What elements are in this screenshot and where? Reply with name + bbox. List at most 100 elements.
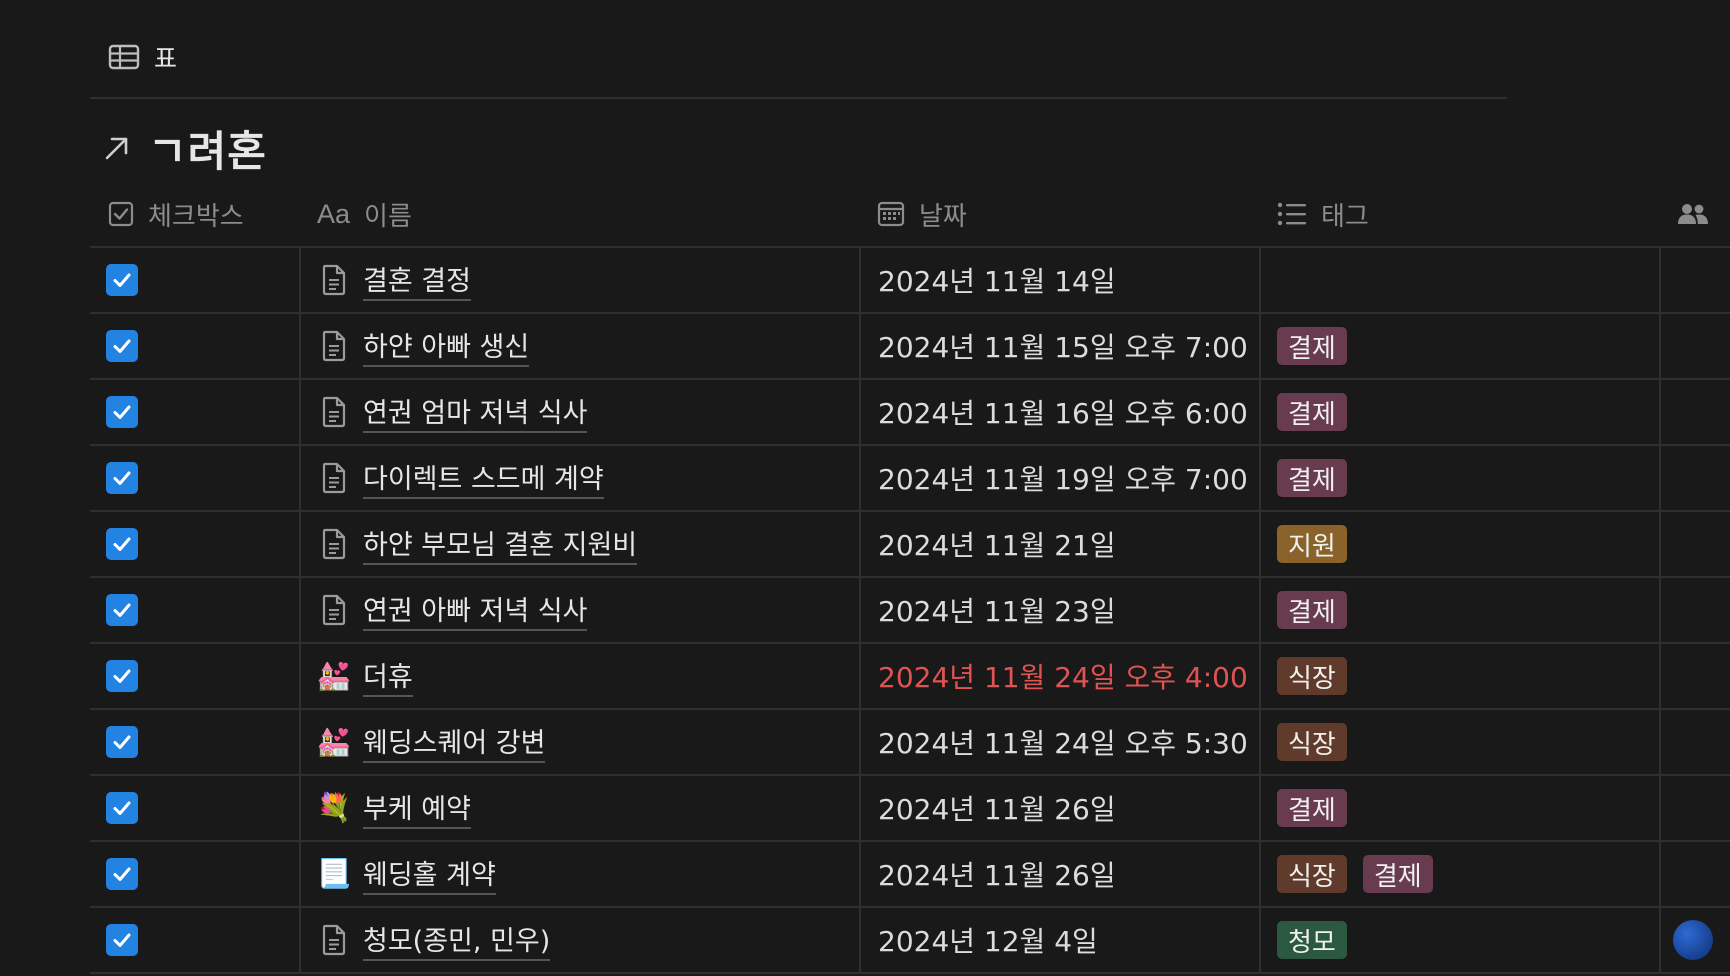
date-cell[interactable]: 2024년 11월 15일 오후 7:00 (859, 314, 1259, 378)
name-cell: 💐 부케 예약 (299, 776, 859, 840)
row-checkbox[interactable] (106, 924, 138, 956)
page-icon (317, 459, 351, 497)
table-row[interactable]: 연권 아빠 저녁 식사 2024년 11월 23일 결제 (90, 578, 1730, 644)
row-title-link[interactable]: 더휴 (363, 655, 413, 697)
table-row[interactable]: 청모(종민, 민우) 2024년 12월 4일 청모 (90, 908, 1730, 974)
date-cell[interactable]: 2024년 11월 24일 오후 5:30 (859, 710, 1259, 774)
row-title-link[interactable]: 웨딩홀 계약 (363, 853, 496, 895)
date-cell[interactable]: 2024년 11월 21일 (859, 512, 1259, 576)
people-cell[interactable] (1659, 578, 1730, 642)
tag-chip[interactable]: 결제 (1277, 591, 1347, 629)
tags-cell[interactable]: 지원 (1259, 512, 1659, 576)
tag-chip[interactable]: 식장 (1277, 855, 1347, 893)
tag-chip[interactable]: 청모 (1277, 921, 1347, 959)
tags-cell[interactable]: 결제 (1259, 380, 1659, 444)
people-cell[interactable] (1659, 446, 1730, 510)
table-row[interactable]: 다이렉트 스드메 계약 2024년 11월 19일 오후 7:00 결제 (90, 446, 1730, 512)
tag-chip[interactable]: 결제 (1277, 459, 1347, 497)
date-cell[interactable]: 2024년 11월 26일 (859, 842, 1259, 906)
people-cell[interactable] (1659, 314, 1730, 378)
tags-cell[interactable]: 결제 (1259, 578, 1659, 642)
column-header-people[interactable] (1659, 182, 1730, 246)
people-cell[interactable] (1659, 248, 1730, 312)
table-row[interactable]: 연권 엄마 저녁 식사 2024년 11월 16일 오후 6:00 결제 (90, 380, 1730, 446)
tags-cell[interactable]: 결제 (1259, 446, 1659, 510)
row-title-link[interactable]: 결혼 결정 (363, 259, 471, 301)
row-checkbox[interactable] (106, 594, 138, 626)
row-title-link[interactable]: 청모(종민, 민우) (363, 919, 551, 961)
date-cell[interactable]: 2024년 11월 16일 오후 6:00 (859, 380, 1259, 444)
column-header-tags[interactable]: 태그 (1259, 182, 1659, 246)
row-title-link[interactable]: 연권 엄마 저녁 식사 (363, 391, 588, 433)
row-checkbox[interactable] (106, 660, 138, 692)
checkbox-icon (108, 201, 134, 227)
tags-cell[interactable]: 식장 (1259, 710, 1659, 774)
row-checkbox[interactable] (106, 264, 138, 296)
tag-chip[interactable]: 식장 (1277, 657, 1347, 695)
row-title-link[interactable]: 하얀 부모님 결혼 지원비 (363, 523, 638, 565)
tag-chip[interactable]: 결제 (1277, 327, 1347, 365)
people-cell[interactable] (1659, 512, 1730, 576)
table-row[interactable]: 💐 부케 예약 2024년 11월 26일 결제 (90, 776, 1730, 842)
calendar-icon (877, 200, 905, 228)
tags-cell[interactable] (1259, 248, 1659, 312)
table-row[interactable]: 💒 더휴 2024년 11월 24일 오후 4:00 식장 (90, 644, 1730, 710)
tags-cell[interactable]: 결제 (1259, 776, 1659, 840)
tag-chip[interactable]: 결제 (1277, 789, 1347, 827)
row-title-link[interactable]: 웨딩스퀘어 강변 (363, 721, 546, 763)
date-cell[interactable]: 2024년 11월 26일 (859, 776, 1259, 840)
row-checkbox[interactable] (106, 858, 138, 890)
date-value: 2024년 11월 15일 오후 7:00 (878, 331, 1248, 364)
row-title-link[interactable]: 부케 예약 (363, 787, 471, 829)
scroll-icon-glyph: 📃 (316, 857, 352, 890)
checkbox-cell (90, 842, 299, 906)
date-cell[interactable]: 2024년 11월 24일 오후 4:00 (859, 644, 1259, 708)
table-row[interactable]: 하얀 아빠 생신 2024년 11월 15일 오후 7:00 결제 (90, 314, 1730, 380)
wedding-chapel-icon-glyph: 💒 (316, 659, 352, 692)
view-tab-label: 표 (154, 44, 178, 73)
tag-chip[interactable]: 지원 (1277, 525, 1347, 563)
table-row[interactable]: 하얀 부모님 결혼 지원비 2024년 11월 21일 지원 (90, 512, 1730, 578)
page-icon (317, 327, 351, 365)
date-cell[interactable]: 2024년 11월 19일 오후 7:00 (859, 446, 1259, 510)
row-checkbox[interactable] (106, 462, 138, 494)
page-icon (317, 393, 351, 431)
database-title-text: ㄱ려혼 (148, 126, 267, 176)
people-cell[interactable] (1659, 644, 1730, 708)
view-tab-table[interactable]: 표 (108, 38, 177, 76)
date-cell[interactable]: 2024년 11월 14일 (859, 248, 1259, 312)
tags-cell[interactable]: 청모 (1259, 908, 1659, 972)
row-title-link[interactable]: 하얀 아빠 생신 (363, 325, 530, 367)
people-cell[interactable] (1659, 908, 1730, 972)
people-cell[interactable] (1659, 710, 1730, 774)
column-header-date[interactable]: 날짜 (859, 182, 1259, 246)
date-cell[interactable]: 2024년 12월 4일 (859, 908, 1259, 972)
table-row[interactable]: 💒 웨딩스퀘어 강변 2024년 11월 24일 오후 5:30 식장 (90, 710, 1730, 776)
tag-chip[interactable]: 결제 (1362, 855, 1433, 893)
tag-chip[interactable]: 식장 (1277, 723, 1347, 761)
people-cell[interactable] (1659, 776, 1730, 840)
column-header-name[interactable]: Aa 이름 (299, 182, 859, 246)
table-row[interactable]: 📃 웨딩홀 계약 2024년 11월 26일 식장 결제 (90, 842, 1730, 908)
table-row[interactable]: 결혼 결정 2024년 11월 14일 (90, 248, 1730, 314)
row-checkbox[interactable] (106, 528, 138, 560)
tag-chip[interactable]: 결제 (1277, 393, 1347, 431)
row-title-link[interactable]: 다이렉트 스드메 계약 (363, 457, 604, 499)
people-cell[interactable] (1659, 380, 1730, 444)
tags-cell[interactable]: 식장 (1259, 644, 1659, 708)
date-value: 2024년 11월 19일 오후 7:00 (878, 463, 1248, 496)
people-cell[interactable] (1659, 842, 1730, 906)
database-title[interactable]: ㄱ려혼 (104, 120, 267, 176)
row-checkbox[interactable] (106, 792, 138, 824)
checkbox-cell (90, 380, 299, 444)
wedding-chapel-icon-glyph: 💒 (316, 725, 352, 758)
tags-cell[interactable]: 식장 결제 (1259, 842, 1659, 906)
tags-cell[interactable]: 결제 (1259, 314, 1659, 378)
row-title-link[interactable]: 연권 아빠 저녁 식사 (363, 589, 588, 631)
row-checkbox[interactable] (106, 330, 138, 362)
column-header-checkbox[interactable]: 체크박스 (90, 182, 299, 246)
date-value: 2024년 12월 4일 (878, 925, 1098, 958)
row-checkbox[interactable] (106, 726, 138, 758)
date-cell[interactable]: 2024년 11월 23일 (859, 578, 1259, 642)
row-checkbox[interactable] (106, 396, 138, 428)
